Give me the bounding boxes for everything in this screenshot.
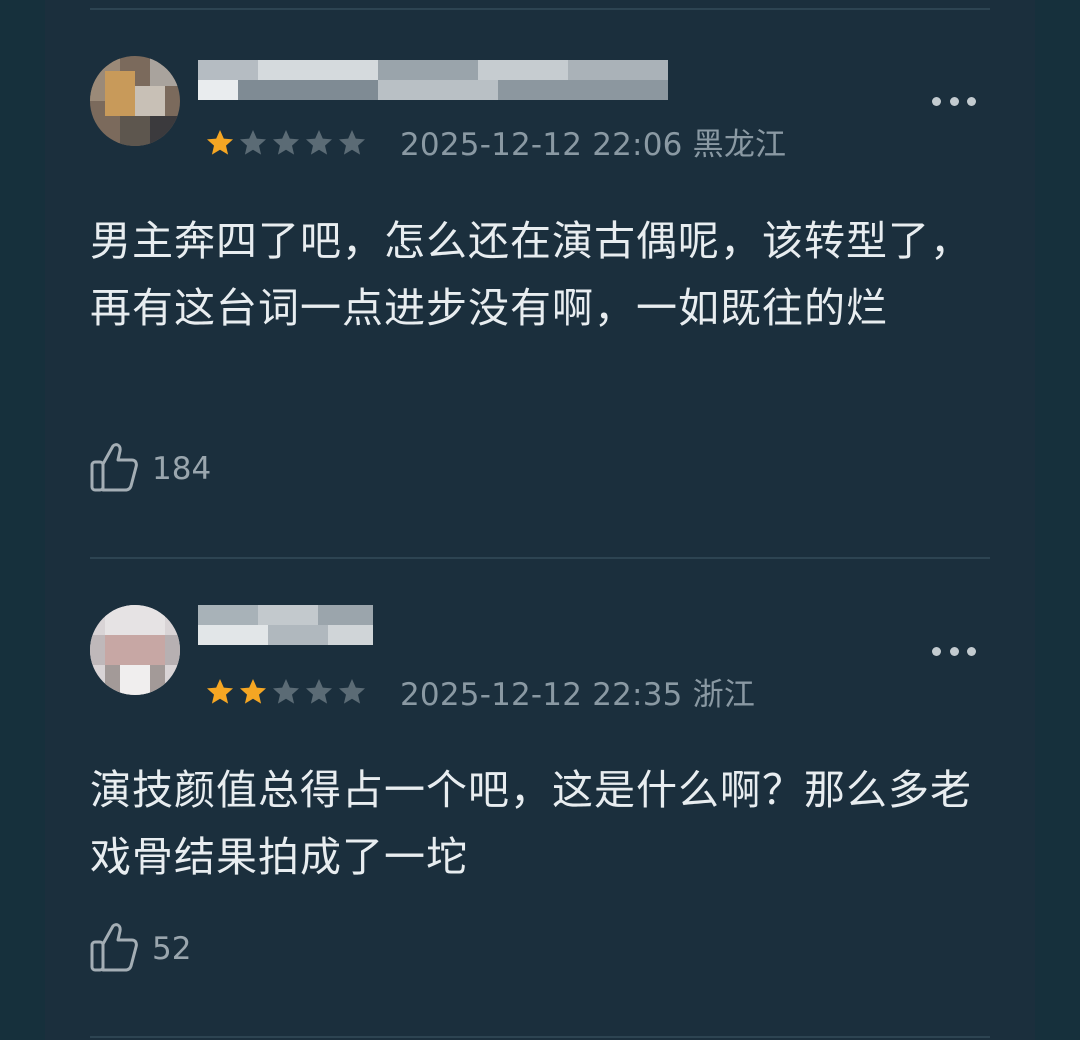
more-dots-icon: [932, 96, 941, 106]
divider: [90, 8, 990, 10]
avatar[interactable]: [90, 56, 180, 146]
comment-location: 浙江: [692, 677, 756, 713]
star-filled-icon: [238, 677, 268, 706]
star-empty-icon: [337, 128, 367, 157]
rating-stars: [205, 128, 367, 157]
divider: [90, 557, 990, 559]
like-count: 52: [152, 931, 192, 967]
star-filled-icon: [205, 128, 235, 157]
more-options-button[interactable]: [932, 641, 976, 661]
comment-datetime: 2025-12-12 22:06: [400, 127, 683, 163]
star-empty-icon: [304, 677, 334, 706]
comment-location: 黑龙江: [692, 127, 787, 163]
star-filled-icon: [205, 677, 235, 706]
page: 2025-12-12 22:06 黑龙江 男主奔四了吧，怎么还在演古偶呢，该转型…: [0, 0, 1080, 1040]
more-options-button[interactable]: [932, 91, 976, 111]
avatar[interactable]: [90, 605, 180, 695]
comment-meta: 2025-12-12 22:06 黑龙江: [400, 119, 786, 164]
star-empty-icon: [337, 677, 367, 706]
star-empty-icon: [304, 128, 334, 157]
username-blurred[interactable]: [198, 605, 373, 651]
divider: [90, 1036, 990, 1038]
username-blurred[interactable]: [198, 60, 668, 106]
comment-meta: 2025-12-12 22:35 浙江: [400, 669, 755, 714]
like-button[interactable]: 184: [90, 442, 211, 496]
comment-datetime: 2025-12-12 22:35: [400, 677, 683, 713]
thumbs-up-icon: [90, 922, 138, 976]
star-empty-icon: [271, 128, 301, 157]
comment-text: 演技颜值总得占一个吧，这是什么啊？那么多老戏骨结果拍成了一坨: [90, 766, 972, 881]
like-button[interactable]: 52: [90, 922, 191, 976]
comment-text: 男主奔四了吧，怎么还在演古偶呢，该转型了，再有这台词一点进步没有啊，一如既往的烂: [90, 217, 972, 332]
like-count: 184: [152, 451, 212, 487]
rating-stars: [205, 677, 367, 706]
more-dots-icon: [932, 646, 941, 656]
thumbs-up-icon: [90, 442, 138, 496]
star-empty-icon: [271, 677, 301, 706]
star-empty-icon: [238, 128, 268, 157]
